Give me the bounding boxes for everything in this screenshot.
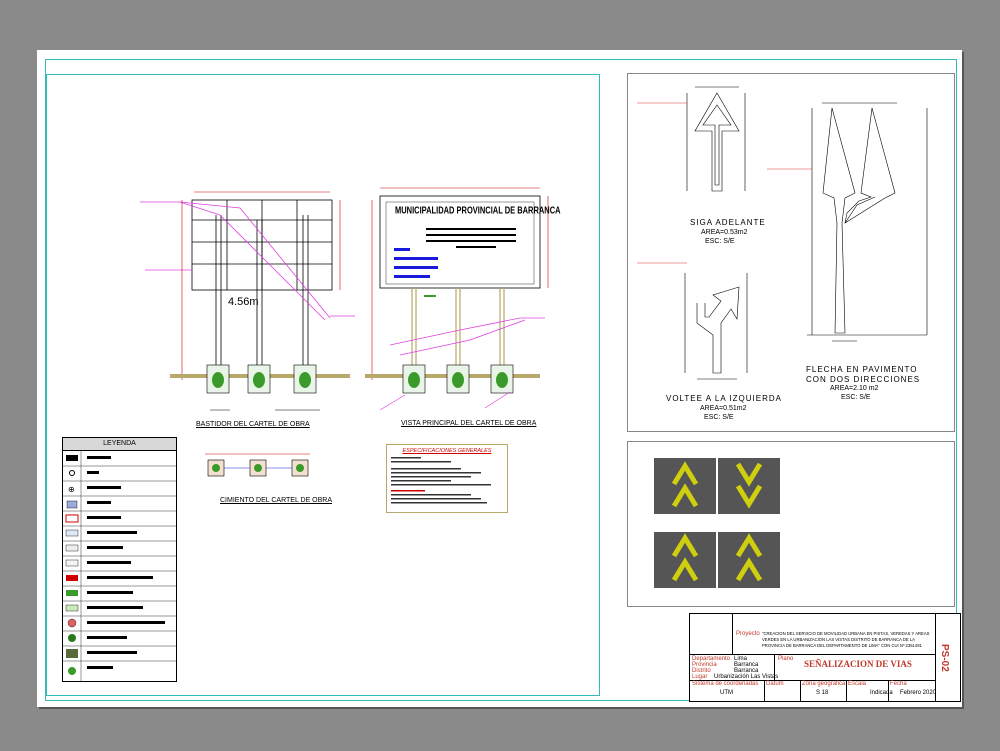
- specs-lines: [391, 457, 491, 504]
- pavement-arrows: [654, 458, 780, 588]
- sign2-scale: ESC: S/E: [704, 414, 734, 421]
- coord-label: Sistema de coordenadas: [692, 681, 759, 687]
- sign1-name: SIGA ADELANTE: [690, 218, 766, 227]
- sign3-area: AREA=2.10 m2: [830, 385, 879, 392]
- escala-value: Indicada: [870, 690, 893, 696]
- foundation-title: CIMIENTO DEL CARTEL DE OBRA: [220, 497, 333, 504]
- title-block: Proyecto "CREACION DEL SERVICIO DE MOVIL…: [689, 613, 961, 702]
- height-dimension: 4.56m: [228, 296, 259, 308]
- logo-cell: [690, 614, 733, 655]
- sign-heading: MUNICIPALIDAD PROVINCIAL DE BARRANCA: [395, 204, 561, 217]
- svg-text:⊕: ⊕: [68, 485, 75, 494]
- plano-value: SEÑALIZACION DE VIAS: [804, 659, 912, 669]
- coord-value: UTM: [720, 690, 733, 696]
- proyecto-text-2: VERDES EN LA URBANIZACION LAS VISTAS DIS…: [762, 637, 915, 642]
- escala-label: Escala: [848, 681, 867, 687]
- foundation-plan: [205, 453, 310, 477]
- sign3-scale: ESC: S/E: [841, 394, 871, 401]
- sign1-area: AREA=0.53m2: [701, 229, 748, 236]
- cartel-frame-view: 4.56m: [140, 191, 355, 411]
- frame-view-title: BASTIDOR DEL CARTEL DE OBRA: [196, 421, 310, 428]
- zona-label: Zona geografica: [802, 681, 846, 687]
- sign2-name: VOLTEE A LA IZQUIERDA: [666, 394, 782, 403]
- front-view-title: VISTA PRINCIPAL DEL CARTEL DE OBRA: [401, 420, 537, 427]
- proyecto-text-3: PROVINCIA DE BARRANCA DEL DEPARTAMENTO D…: [762, 643, 922, 648]
- zona-value: S 18: [816, 690, 829, 696]
- datum-label: Datum: [766, 681, 784, 687]
- fecha-value: Febrero 2020: [900, 690, 937, 696]
- specs-box: ESPECIFICACIONES GENERALES: [386, 444, 508, 513]
- plano-label: Plano: [778, 656, 794, 662]
- sign2-area: AREA=0.51m2: [700, 405, 747, 412]
- sign1-scale: ESC: S/E: [705, 238, 735, 245]
- sign3-name-line1: FLECHA EN PAVIMENTO: [806, 365, 918, 374]
- sign3-name-line2: CON DOS DIRECCIONES: [806, 375, 921, 384]
- legend-table: LEYENDA ⊕: [62, 437, 177, 682]
- sheet-code: PS-02: [939, 644, 950, 672]
- legend-title: LEYENDA: [63, 438, 176, 451]
- fecha-label: Fecha: [890, 681, 907, 687]
- proyecto-text-1: "CREACION DEL SERVICIO DE MOVILIDAD URBA…: [762, 631, 930, 636]
- proyecto-label: Proyecto: [736, 631, 760, 637]
- legend-rows: ⊕: [63, 451, 176, 681]
